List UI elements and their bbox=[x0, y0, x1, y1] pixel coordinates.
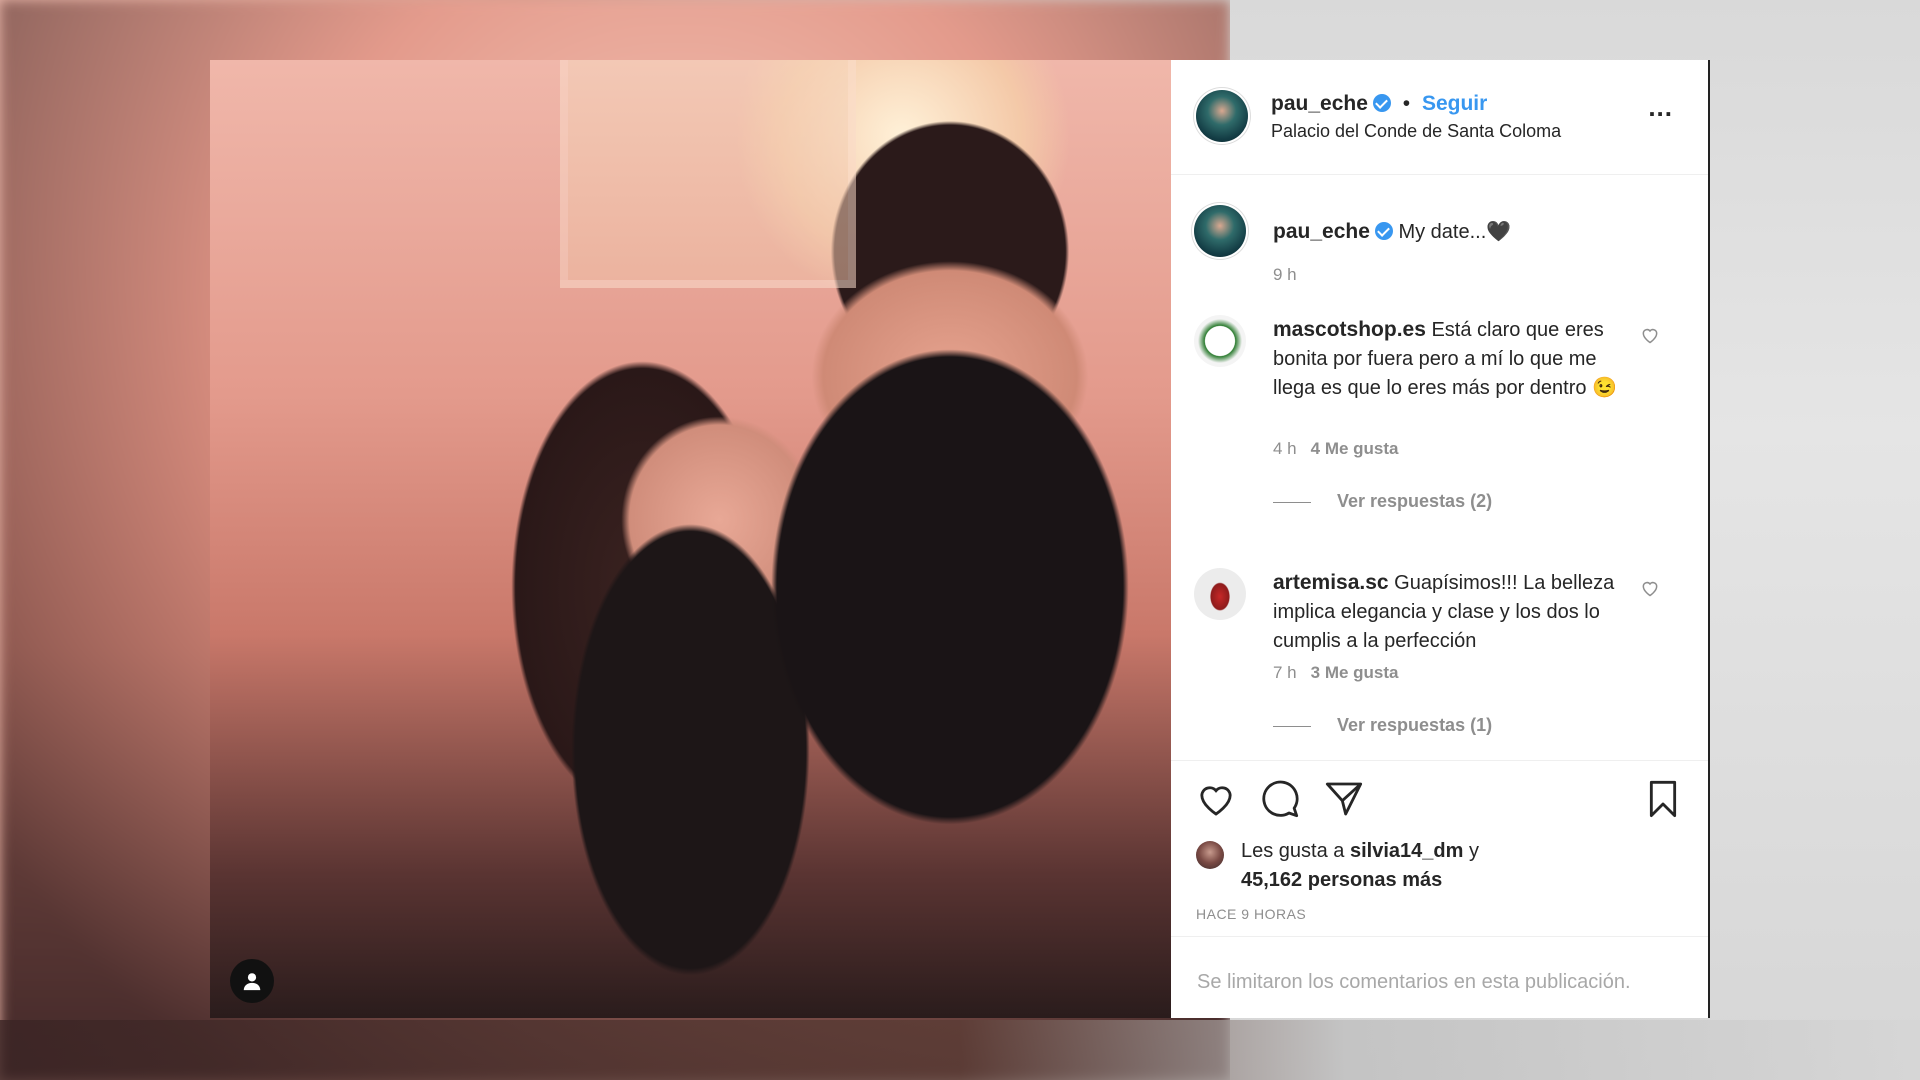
liker-username[interactable]: silvia14_dm bbox=[1350, 840, 1463, 862]
comment-avatar[interactable] bbox=[1194, 315, 1246, 367]
comments-list[interactable]: pau_eche My date...🖤 9 h mascotshop.es E… bbox=[1171, 175, 1708, 760]
author-avatar[interactable] bbox=[1196, 90, 1248, 142]
photo-doorway bbox=[560, 60, 856, 288]
verified-icon bbox=[1372, 94, 1391, 112]
author-username[interactable]: pau_eche bbox=[1271, 92, 1368, 115]
comment-likes[interactable]: 3 Me gusta bbox=[1311, 663, 1399, 682]
comment-time[interactable]: 7 h bbox=[1273, 663, 1297, 682]
liker-avatar[interactable] bbox=[1196, 841, 1224, 869]
comment-meta: 4 h 4 Me gusta bbox=[1273, 439, 1399, 459]
caption-text: My date...🖤 bbox=[1398, 221, 1512, 243]
background-blur-bottom bbox=[0, 1020, 1920, 1080]
author-line: pau_eche • Seguir bbox=[1271, 92, 1487, 116]
action-bar: Les gusta a silvia14_dm y 45,162 persona… bbox=[1171, 760, 1708, 891]
separator-dot: • bbox=[1402, 92, 1411, 115]
location-link[interactable]: Palacio del Conde de Santa Coloma bbox=[1271, 121, 1561, 142]
likes-count-link[interactable]: 45,162 personas más bbox=[1241, 869, 1442, 891]
view-replies-button[interactable]: Ver respuestas (1) bbox=[1273, 715, 1492, 736]
tagged-users-button[interactable] bbox=[230, 959, 274, 1003]
post-timestamp[interactable]: HACE 9 HORAS bbox=[1196, 906, 1306, 922]
post-header: pau_eche • Seguir Palacio del Conde de S… bbox=[1171, 60, 1708, 175]
user-icon bbox=[243, 973, 261, 991]
comment-time[interactable]: 4 h bbox=[1273, 439, 1297, 458]
likes-conj: y bbox=[1468, 840, 1479, 862]
paper-plane-icon[interactable] bbox=[1324, 779, 1364, 819]
instagram-post: pau_eche • Seguir Palacio del Conde de S… bbox=[210, 60, 1710, 1018]
comment-text-block: artemisa.sc Guapísimos!!! La belleza imp… bbox=[1273, 568, 1618, 656]
comment-username[interactable]: mascotshop.es bbox=[1273, 318, 1426, 341]
like-comment-icon[interactable] bbox=[1640, 578, 1660, 598]
more-options-button[interactable]: ... bbox=[1648, 94, 1673, 120]
post-sidebar: pau_eche • Seguir Palacio del Conde de S… bbox=[1171, 60, 1710, 1018]
comment-likes[interactable]: 4 Me gusta bbox=[1311, 439, 1399, 458]
like-comment-icon[interactable] bbox=[1640, 325, 1660, 345]
likes-prefix: Les gusta a bbox=[1241, 840, 1345, 862]
comment-icon[interactable] bbox=[1260, 779, 1300, 819]
post-photo[interactable] bbox=[210, 60, 1171, 1018]
heart-icon[interactable] bbox=[1196, 779, 1236, 819]
caption-username[interactable]: pau_eche bbox=[1273, 220, 1370, 243]
caption-text-block: pau_eche My date...🖤 bbox=[1273, 217, 1618, 247]
bookmark-icon[interactable] bbox=[1643, 779, 1683, 819]
caption-avatar[interactable] bbox=[1194, 205, 1246, 257]
caption-time[interactable]: 9 h bbox=[1273, 265, 1297, 285]
likes-line-2: 45,162 personas más bbox=[1241, 866, 1479, 895]
likes-summary: Les gusta a silvia14_dm y 45,162 persona… bbox=[1196, 837, 1479, 895]
comment-username[interactable]: artemisa.sc bbox=[1273, 571, 1389, 594]
comments-limited-notice: Se limitaron los comentarios en esta pub… bbox=[1171, 936, 1708, 1018]
view-replies-button[interactable]: Ver respuestas (2) bbox=[1273, 491, 1492, 512]
comment-meta: 7 h 3 Me gusta bbox=[1273, 663, 1399, 683]
comment-avatar[interactable] bbox=[1194, 568, 1246, 620]
verified-icon bbox=[1374, 222, 1393, 240]
comment-text-block: mascotshop.es Está claro que eres bonita… bbox=[1273, 315, 1618, 403]
likes-line-1: Les gusta a silvia14_dm y bbox=[1241, 837, 1479, 866]
follow-button[interactable]: Seguir bbox=[1422, 92, 1487, 115]
